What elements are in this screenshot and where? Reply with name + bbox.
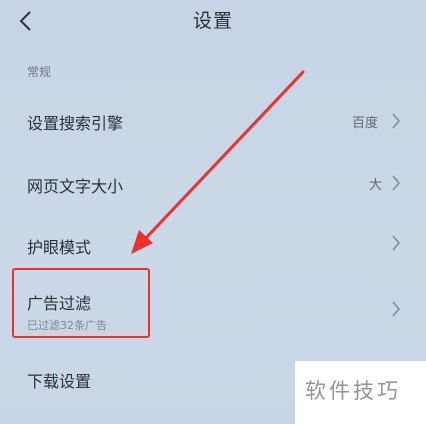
setting-row-search-engine[interactable]: 设置搜索引擎 百度 (0, 90, 426, 152)
setting-row-font-size[interactable]: 网页文字大小 大 (0, 152, 426, 214)
chevron-right-icon (392, 301, 400, 317)
setting-label: 护眼模式 (27, 238, 92, 257)
settings-screen: 设置 常规 设置搜索引擎 百度 网页文字大小 大 护眼模式 广告过滤 已过滤32… (0, 0, 426, 424)
setting-value: 大 (369, 178, 383, 193)
page-title: 设置 (192, 10, 233, 32)
chevron-right-icon (392, 113, 400, 129)
setting-label: 网页文字大小 (27, 177, 124, 196)
annotation-highlight-box (12, 268, 150, 338)
watermark-text: 软件技巧 (305, 379, 401, 403)
chevron-right-icon (392, 235, 400, 251)
setting-value: 百度 (352, 116, 379, 131)
chevron-right-icon (392, 175, 400, 191)
header-bar: 设置 (0, 0, 426, 44)
setting-row-eye-protection[interactable]: 护眼模式 (0, 213, 426, 275)
section-label-general: 常规 (27, 65, 52, 79)
setting-label: 下载设置 (27, 372, 92, 391)
watermark-box: 软件技巧 (295, 361, 426, 424)
setting-label: 设置搜索引擎 (27, 114, 124, 133)
